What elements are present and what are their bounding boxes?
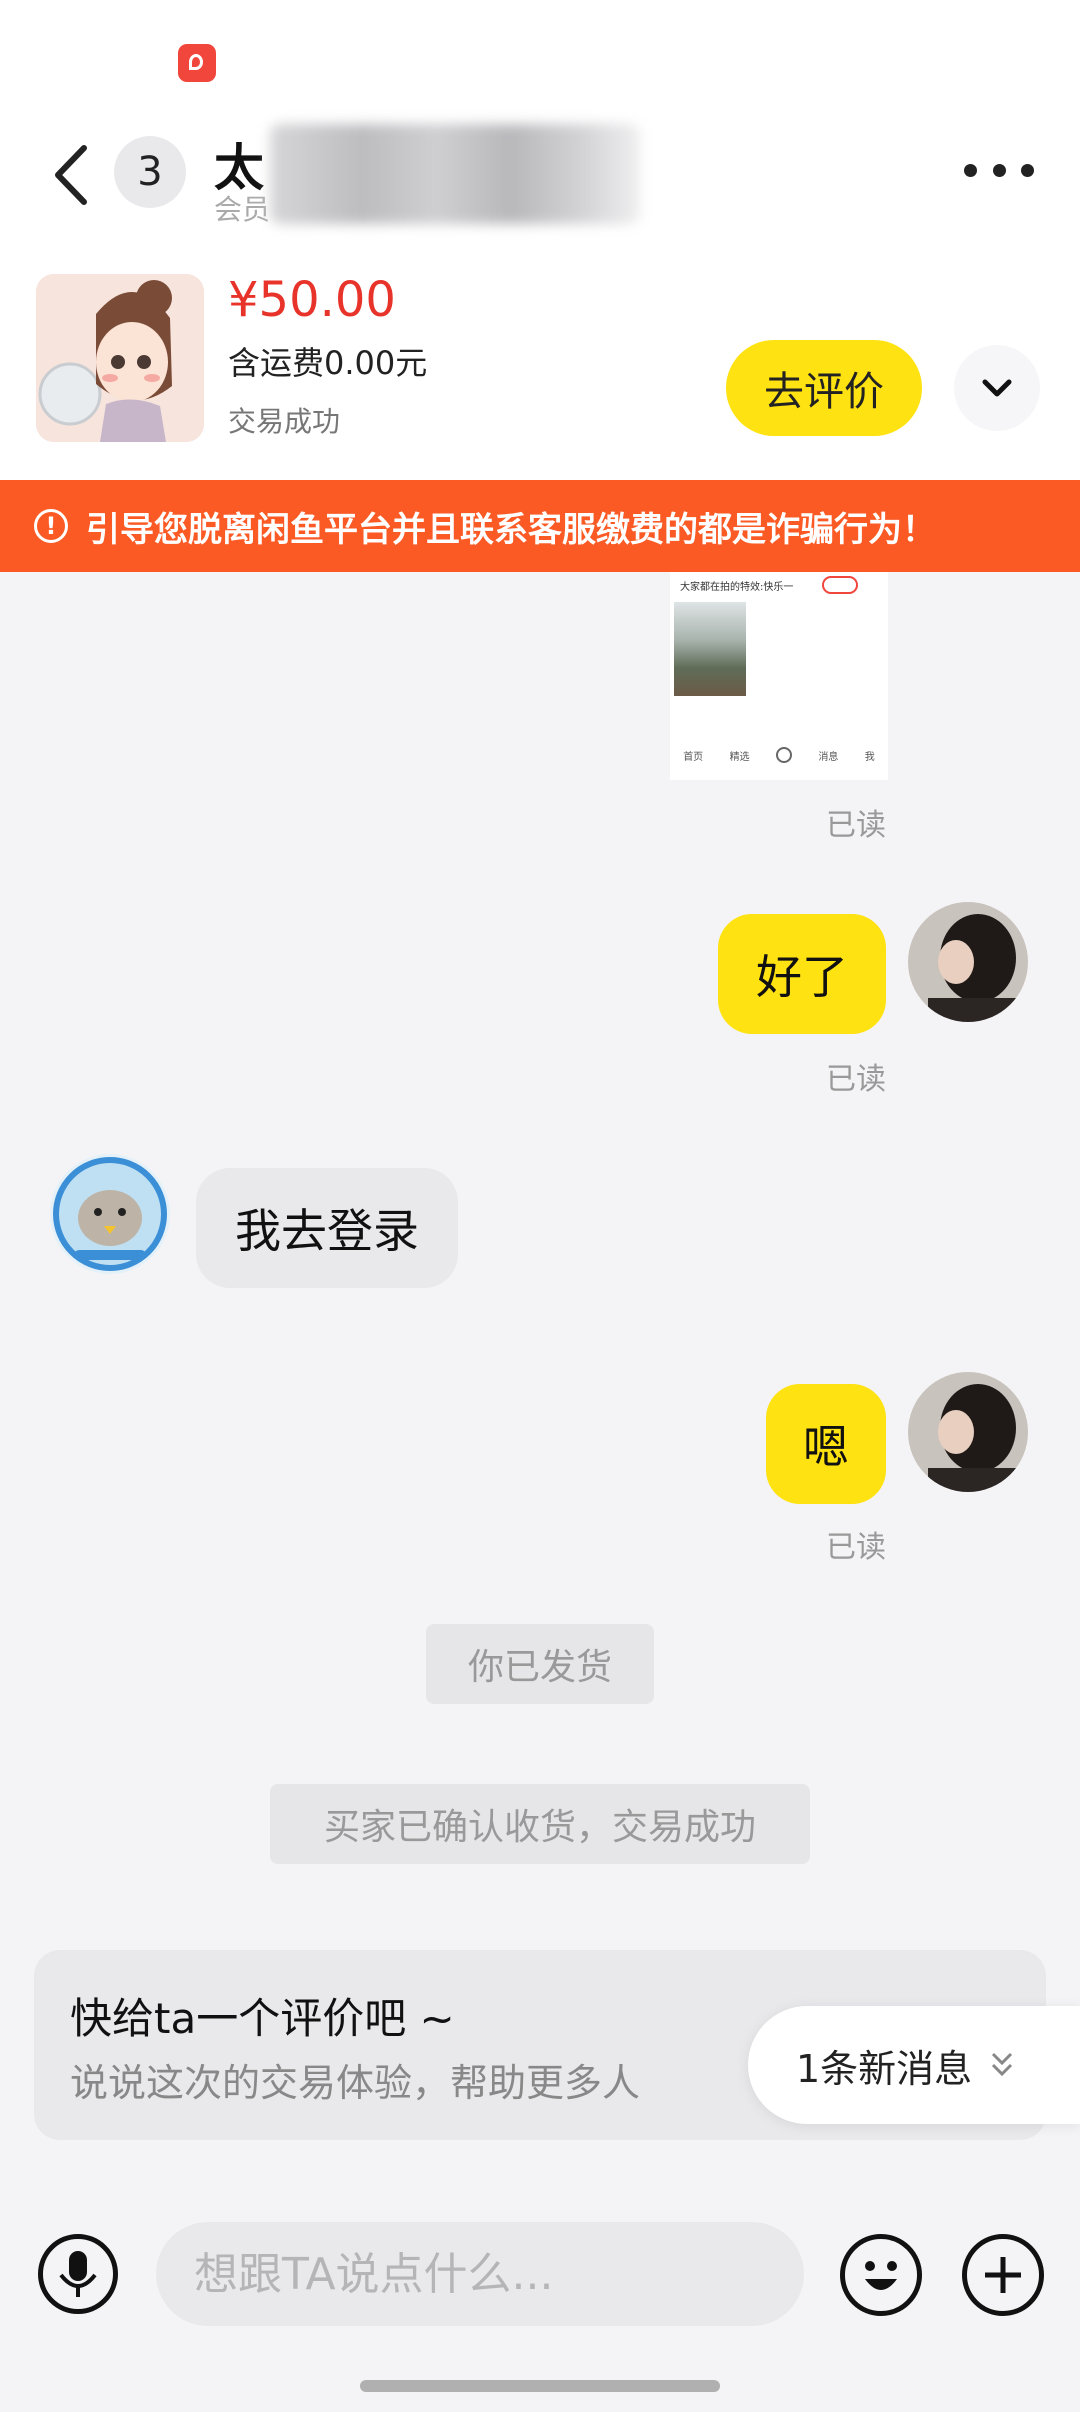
product-price: ¥50.00 [228,272,396,328]
home-indicator [360,2380,720,2392]
message-input[interactable] [156,2222,804,2326]
more-actions-button[interactable] [962,2234,1044,2316]
chevron-down-icon [982,379,1012,397]
system-note-shipped: 你已发货 [426,1624,654,1704]
review-button[interactable]: 去评价 [726,340,922,436]
message-bubble-theirs[interactable]: 我去登录 [196,1168,458,1288]
back-button[interactable] [44,140,104,210]
image-preview-photo [674,602,746,696]
shipping-fee: 含运费0.00元 [228,344,428,382]
plus-icon [985,2257,1021,2293]
my-avatar[interactable] [908,902,1028,1022]
privacy-blur [270,124,640,224]
message-bubble-mine[interactable]: 嗯 [766,1384,886,1504]
emoji-button[interactable] [840,2234,922,2316]
plus-icon [775,747,792,763]
my-avatar[interactable] [908,1372,1028,1492]
fraud-warning-banner: ! 引导您脱离闲鱼平台并且联系客服缴费的都是诈骗行为！ [0,480,1080,572]
more-icon [964,163,977,177]
image-preview-tabs: 首页 精选 消息 我 [670,740,888,770]
read-receipt: 已读 [826,808,886,843]
warning-text: 引导您脱离闲鱼平台并且联系客服缴费的都是诈骗行为！ [86,509,936,550]
app-notification-icon [178,44,216,82]
trade-status: 交易成功 [228,405,341,438]
read-receipt: 已读 [826,1530,886,1565]
status-bar [0,0,1080,120]
review-prompt-title: 快给ta一个评价吧 ~ [70,1994,455,2043]
system-note-received: 买家已确认收货，交易成功 [270,1784,810,1864]
new-message-pill[interactable]: 1条新消息 [748,2006,1080,2124]
read-receipt: 已读 [826,1062,886,1097]
chat-subtitle: 会员 [214,193,271,226]
new-message-label: 1条新消息 [796,2046,973,2091]
back-icon [55,145,87,205]
voice-button[interactable] [38,2234,118,2314]
mic-icon [59,2251,97,2297]
seller-avatar[interactable] [50,1154,170,1274]
alert-icon: ! [34,509,68,543]
expand-button[interactable] [954,345,1040,431]
unread-count-badge[interactable]: 3 [114,136,186,208]
review-prompt-subtitle: 说说这次的交易体验，帮助更多人 [70,2061,641,2105]
more-button[interactable] [964,148,1034,192]
emoji-icon [865,2261,897,2290]
message-bubble-mine[interactable]: 好了 [718,914,886,1034]
double-chevron-down-icon [992,2052,1013,2077]
product-thumbnail[interactable] [36,274,204,442]
image-preview-text: 大家都在拍的特效:快乐一 [680,582,794,593]
image-preview-button [822,576,858,594]
image-message[interactable]: 大家都在拍的特效:快乐一 首页 精选 消息 我 [670,572,888,780]
